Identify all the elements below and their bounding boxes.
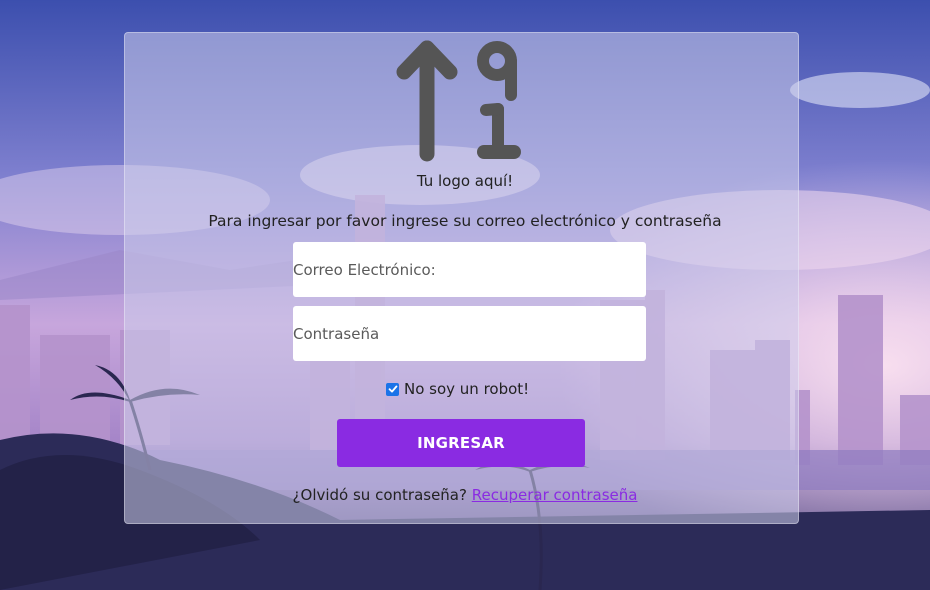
email-input[interactable]: Correo Electrónico: <box>293 242 646 297</box>
login-button[interactable]: INGRESAR <box>337 419 585 467</box>
captcha-label: No soy un robot! <box>404 380 530 398</box>
captcha-row: No soy un robot! <box>386 380 529 398</box>
recover-password-link[interactable]: Recuperar contraseña <box>472 486 638 504</box>
password-input[interactable]: Contraseña <box>293 306 646 361</box>
forgot-password-text: ¿Olvidó su contraseña? <box>292 486 467 504</box>
password-placeholder: Contraseña <box>293 324 380 343</box>
forgot-password-row: ¿Olvidó su contraseña? Recuperar contras… <box>0 486 930 504</box>
logo-caption: Tu logo aquí! <box>416 172 514 190</box>
checkmark-icon <box>388 385 397 393</box>
login-instructions: Para ingresar por favor ingrese su corre… <box>208 212 722 230</box>
email-placeholder: Correo Electrónico: <box>293 260 436 279</box>
captcha-checkbox[interactable] <box>386 382 399 396</box>
sort-numeric-up-icon <box>396 40 521 162</box>
